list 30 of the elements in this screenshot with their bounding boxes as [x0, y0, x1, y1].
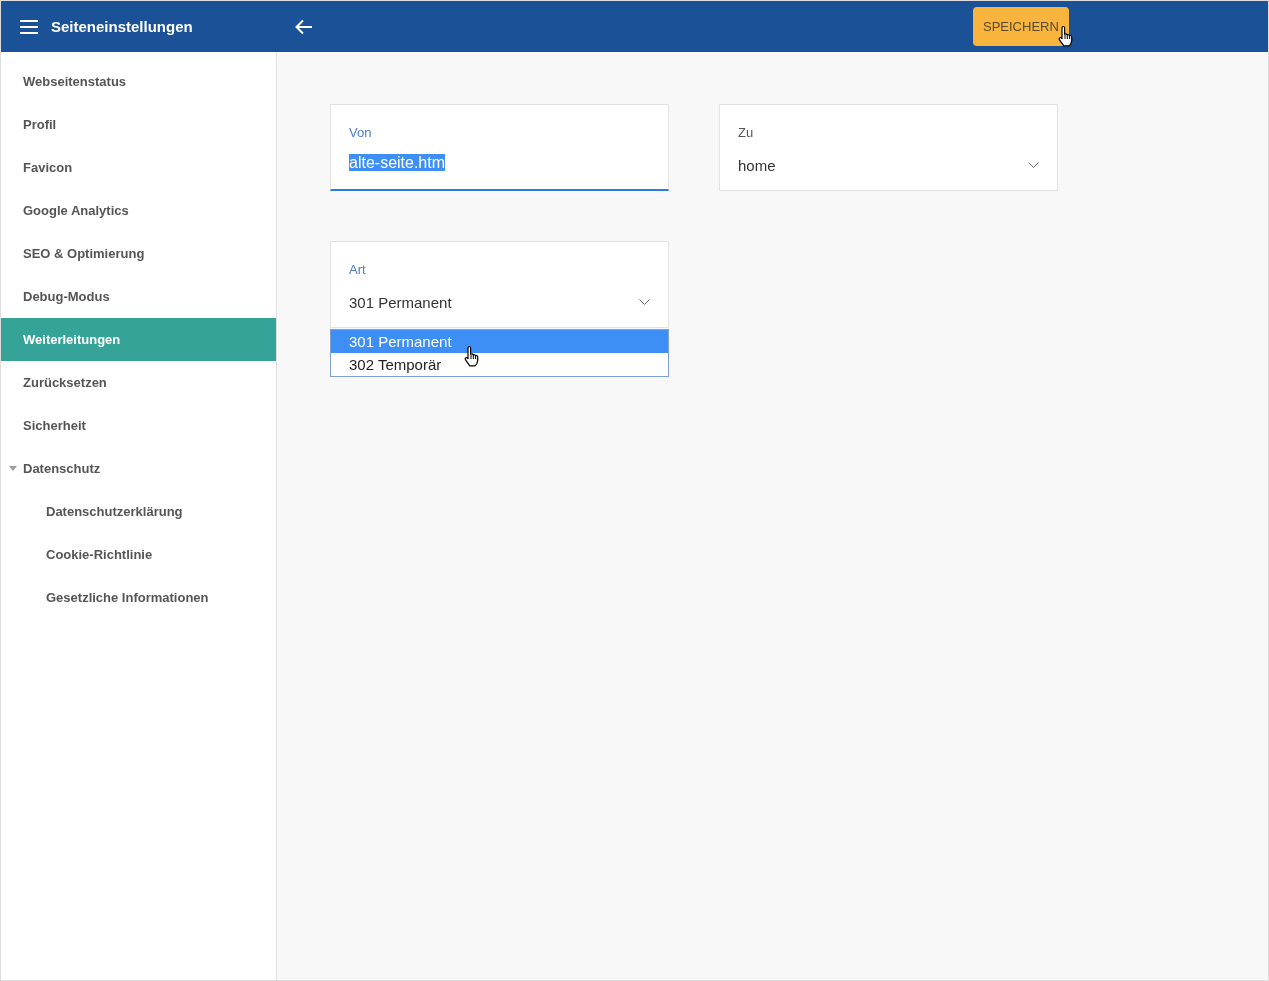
select-value: home	[738, 156, 776, 174]
field-label: Art	[349, 262, 367, 279]
select-value: 301 Permanent	[349, 293, 452, 311]
sidebar-item-label: Datenschutz	[23, 461, 101, 476]
select-field[interactable]: 301 Permanent	[349, 291, 650, 313]
hand-cursor-icon	[1057, 25, 1075, 47]
sidebar-item[interactable]: Favicon	[1, 146, 276, 189]
sidebar-group[interactable]: Datenschutz	[1, 447, 276, 490]
header-title: Seiteneinstellungen	[51, 18, 193, 35]
sidebar-item[interactable]: Profil	[1, 103, 276, 146]
chevron-down-icon	[1028, 161, 1039, 169]
save-button[interactable]: SPEICHERN	[973, 7, 1069, 46]
sidebar-item[interactable]: Google Analytics	[1, 189, 276, 232]
select-field[interactable]: home	[738, 154, 1039, 176]
sidebar-item[interactable]: Webseitenstatus	[1, 60, 276, 103]
back-arrow-icon[interactable]	[295, 18, 313, 35]
chevron-down-icon	[639, 298, 650, 306]
dropdown-option[interactable]: 302 Temporär	[331, 353, 668, 376]
field-label: Zu	[738, 125, 755, 142]
caret-icon	[9, 466, 17, 471]
field-label: Von	[349, 125, 373, 142]
sidebar-item[interactable]: Sicherheit	[1, 404, 276, 447]
sidebar-item[interactable]: Zurücksetzen	[1, 361, 276, 404]
sidebar-item[interactable]: Debug-Modus	[1, 275, 276, 318]
sidebar-item[interactable]: Cookie-Richtlinie	[1, 533, 276, 576]
sidebar-item[interactable]: Datenschutzerklärung	[1, 490, 276, 533]
sidebar-item[interactable]: Gesetzliche Informationen	[1, 576, 276, 619]
hand-cursor-icon	[463, 345, 481, 367]
menu-icon[interactable]	[20, 19, 38, 34]
sidebar-item[interactable]: SEO & Optimierung	[1, 232, 276, 275]
